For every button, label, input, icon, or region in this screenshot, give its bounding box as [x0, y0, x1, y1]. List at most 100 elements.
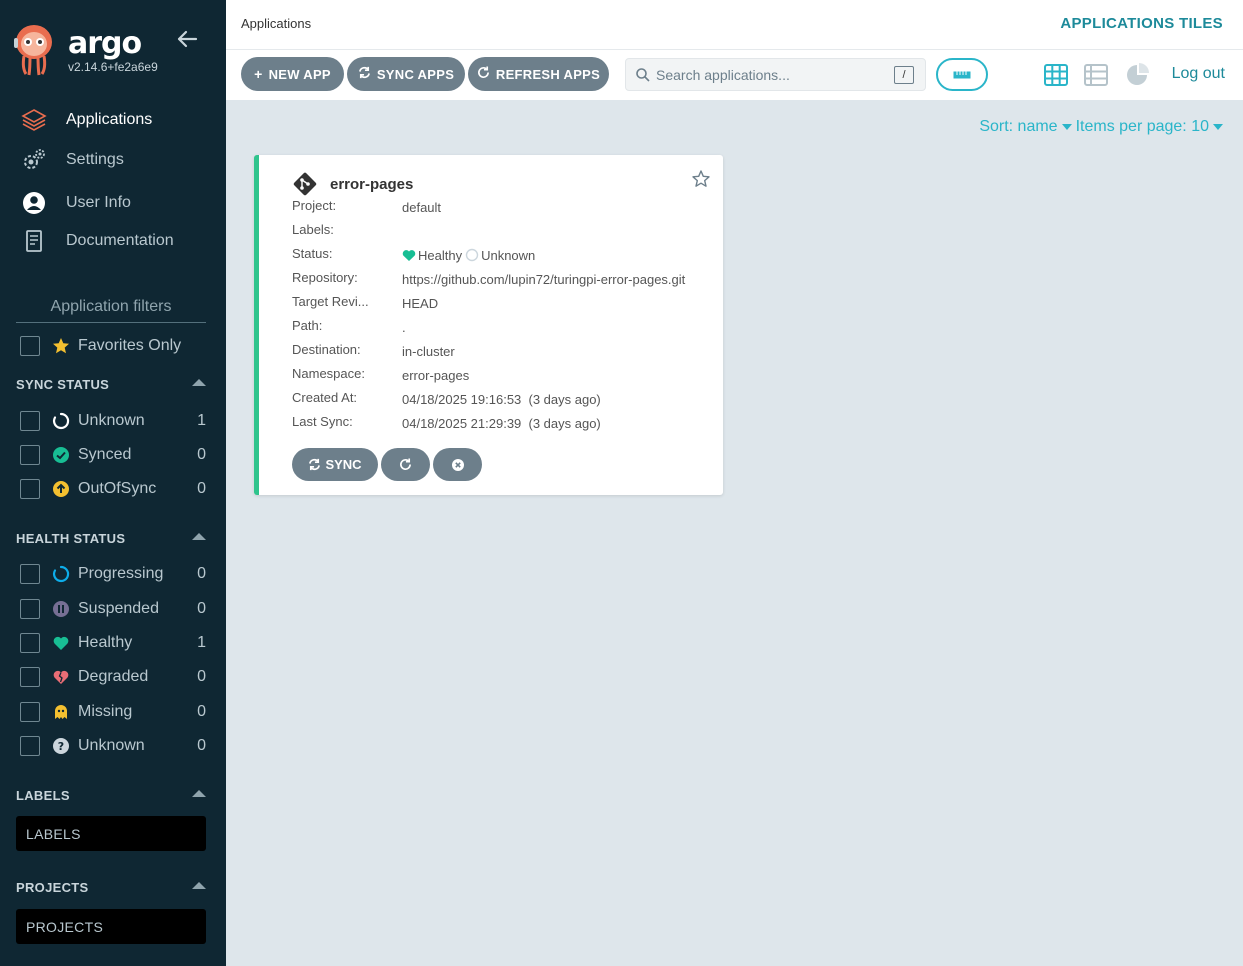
- filter-health-unknown[interactable]: ? Unknown 0: [20, 734, 206, 758]
- checkbox[interactable]: [20, 736, 40, 756]
- nav-item-settings[interactable]: Settings: [20, 146, 124, 174]
- checkbox[interactable]: [20, 599, 40, 619]
- circle-notch-icon: [52, 412, 70, 430]
- collapse-triangle-icon[interactable]: [192, 882, 206, 889]
- filter-count: 1: [197, 412, 206, 429]
- sync-icon: [309, 458, 321, 471]
- nav-label: Applications: [66, 111, 153, 128]
- checkbox[interactable]: [20, 479, 40, 499]
- refresh-apps-button[interactable]: REFRESH APPS: [468, 57, 609, 91]
- filter-chip-button[interactable]: [936, 58, 988, 91]
- filter-health-suspended[interactable]: Suspended 0: [20, 597, 206, 621]
- checkbox[interactable]: [20, 445, 40, 465]
- field-key: Destination:: [292, 342, 361, 357]
- caret-down-icon[interactable]: [1213, 124, 1223, 130]
- field-key: Status:: [292, 246, 333, 261]
- collapse-triangle-icon[interactable]: [192, 379, 206, 386]
- breadcrumb[interactable]: Applications: [241, 16, 311, 31]
- checkbox[interactable]: [20, 564, 40, 584]
- nav-item-applications[interactable]: Applications: [20, 106, 152, 134]
- field-key: Target Revi...: [292, 294, 369, 309]
- button-label: SYNC: [325, 457, 362, 472]
- heart-icon: [402, 249, 416, 261]
- field-project: Project: default: [292, 198, 712, 216]
- labels-header[interactable]: LABELS: [16, 788, 206, 803]
- search-box[interactable]: /: [625, 58, 926, 91]
- filter-count: 0: [197, 600, 206, 617]
- refresh-icon: [477, 66, 490, 82]
- pie-chart-view-icon[interactable]: [1125, 63, 1151, 87]
- top-bar: Applications APPLICATIONS TILES: [226, 0, 1243, 50]
- sync-icon: [358, 66, 371, 82]
- items-per-page-dropdown[interactable]: Items per page: 10: [1076, 118, 1209, 136]
- logout-link[interactable]: Log out: [1172, 65, 1225, 83]
- filter-health-degraded[interactable]: Degraded 0: [20, 665, 206, 689]
- field-key: Last Sync:: [292, 414, 353, 429]
- app-sync-button[interactable]: SYNC: [292, 448, 378, 481]
- collapse-triangle-icon[interactable]: [192, 533, 206, 540]
- button-label: SYNC APPS: [376, 66, 455, 82]
- version-label: v2.14.6+fe2a6e9: [68, 60, 158, 74]
- app-tile[interactable]: error-pages Project: default Labels: Sta…: [254, 155, 723, 495]
- checkbox[interactable]: [20, 667, 40, 687]
- projects-input[interactable]: PROJECTS: [16, 909, 206, 944]
- labels-input[interactable]: LABELS: [16, 816, 206, 851]
- filter-favorites[interactable]: Favorites Only: [20, 334, 206, 358]
- page-title: APPLICATIONS TILES: [1060, 15, 1223, 32]
- filter-health-healthy[interactable]: Healthy 1: [20, 631, 206, 655]
- checkbox[interactable]: [20, 633, 40, 653]
- filter-sync-outofsync[interactable]: OutOfSync 0: [20, 477, 206, 501]
- collapse-triangle-icon[interactable]: [192, 790, 206, 797]
- nav-label: User Info: [66, 194, 131, 211]
- nav-item-documentation[interactable]: Documentation: [20, 227, 174, 255]
- field-labels: Labels:: [292, 222, 712, 240]
- section-title: PROJECTS: [16, 880, 89, 895]
- arrow-left-icon[interactable]: [176, 28, 198, 50]
- heart-icon: [52, 634, 70, 652]
- favorite-star-icon[interactable]: [691, 169, 711, 189]
- health-status-header[interactable]: HEALTH STATUS: [16, 531, 206, 546]
- health-status: Healthy: [418, 247, 463, 263]
- projects-header[interactable]: PROJECTS: [16, 880, 206, 895]
- filters-title: Application filters: [16, 298, 206, 323]
- filter-sync-synced[interactable]: Synced 0: [20, 443, 206, 467]
- field-value: default: [402, 199, 442, 215]
- circle-notch-icon: [465, 248, 479, 262]
- filter-label: Unknown: [78, 412, 145, 429]
- filter-sync-unknown[interactable]: Unknown 1: [20, 409, 206, 433]
- app-refresh-button[interactable]: [381, 448, 430, 481]
- field-namespace: Namespace: error-pages: [292, 366, 712, 384]
- filter-health-progressing[interactable]: Progressing 0: [20, 562, 206, 586]
- app-name[interactable]: error-pages: [330, 176, 413, 193]
- filter-label: Healthy: [78, 634, 133, 651]
- checkbox[interactable]: [20, 702, 40, 722]
- search-input[interactable]: [656, 65, 886, 85]
- app-delete-button[interactable]: [433, 448, 482, 481]
- sort-dropdown[interactable]: Sort: name: [979, 118, 1057, 136]
- field-target-revision: Target Revi... HEAD: [292, 294, 712, 312]
- field-last-sync: Last Sync: 04/18/2025 21:29:39 (3 days a…: [292, 414, 712, 432]
- filter-label: Suspended: [78, 600, 159, 617]
- pause-circle-icon: [52, 600, 70, 618]
- brand-name: argo: [68, 26, 142, 61]
- filter-label: Unknown: [78, 737, 145, 754]
- nav-item-user-info[interactable]: User Info: [20, 189, 131, 217]
- filter-count: 0: [197, 668, 206, 685]
- layers-icon: [20, 106, 48, 134]
- checkbox[interactable]: [20, 411, 40, 431]
- field-value: error-pages: [402, 367, 470, 383]
- tiles-view-icon[interactable]: [1043, 63, 1069, 87]
- new-app-button[interactable]: + NEW APP: [241, 57, 344, 91]
- check-circle-icon: [52, 446, 70, 464]
- field-value: in-cluster: [402, 343, 455, 359]
- argo-logo-icon[interactable]: [14, 24, 54, 76]
- star-icon: [52, 337, 70, 355]
- field-key: Repository:: [292, 270, 358, 285]
- field-path: Path: .: [292, 318, 712, 336]
- caret-down-icon[interactable]: [1061, 124, 1072, 130]
- filter-health-missing[interactable]: Missing 0: [20, 700, 206, 724]
- sync-status-header[interactable]: SYNC STATUS: [16, 377, 206, 392]
- checkbox[interactable]: [20, 336, 40, 356]
- sync-apps-button[interactable]: SYNC APPS: [347, 57, 465, 91]
- list-view-icon[interactable]: [1083, 63, 1109, 87]
